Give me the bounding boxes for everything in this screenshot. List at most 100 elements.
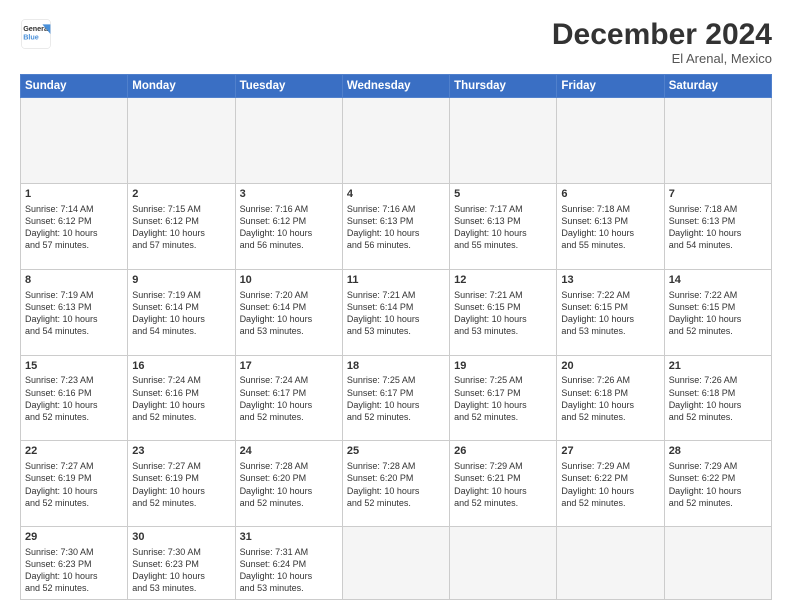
- daylight-line2: and 52 minutes.: [347, 498, 411, 508]
- day-number: 22: [25, 444, 123, 459]
- sunset: Sunset: 6:20 PM: [347, 473, 414, 483]
- daylight-line1: Daylight: 10 hours: [347, 228, 420, 238]
- daylight-line2: and 52 minutes.: [561, 498, 625, 508]
- day-number: 9: [132, 273, 230, 288]
- table-row: 15Sunrise: 7:23 AMSunset: 6:16 PMDayligh…: [21, 355, 128, 441]
- sunrise: Sunrise: 7:28 AM: [347, 461, 416, 471]
- sunset: Sunset: 6:15 PM: [561, 302, 628, 312]
- day-number: 30: [132, 530, 230, 545]
- col-tuesday: Tuesday: [235, 75, 342, 98]
- daylight-line2: and 52 minutes.: [669, 498, 733, 508]
- daylight-line2: and 57 minutes.: [25, 240, 89, 250]
- sunset: Sunset: 6:18 PM: [561, 388, 628, 398]
- day-number: 31: [240, 530, 338, 545]
- daylight-line1: Daylight: 10 hours: [25, 486, 98, 496]
- col-sunday: Sunday: [21, 75, 128, 98]
- table-row: 18Sunrise: 7:25 AMSunset: 6:17 PMDayligh…: [342, 355, 449, 441]
- table-row: [235, 98, 342, 184]
- header: General Blue December 2024 El Arenal, Me…: [20, 18, 772, 66]
- day-number: 29: [25, 530, 123, 545]
- day-number: 18: [347, 359, 445, 374]
- sunset: Sunset: 6:14 PM: [347, 302, 414, 312]
- sunset: Sunset: 6:24 PM: [240, 559, 307, 569]
- day-number: 11: [347, 273, 445, 288]
- sunrise: Sunrise: 7:22 AM: [669, 290, 738, 300]
- daylight-line1: Daylight: 10 hours: [240, 228, 313, 238]
- col-saturday: Saturday: [664, 75, 771, 98]
- sunrise: Sunrise: 7:29 AM: [561, 461, 630, 471]
- daylight-line1: Daylight: 10 hours: [25, 314, 98, 324]
- daylight-line2: and 52 minutes.: [25, 583, 89, 593]
- table-row: 27Sunrise: 7:29 AMSunset: 6:22 PMDayligh…: [557, 441, 664, 527]
- sunrise: Sunrise: 7:15 AM: [132, 204, 201, 214]
- day-number: 3: [240, 187, 338, 202]
- sunrise: Sunrise: 7:16 AM: [240, 204, 309, 214]
- daylight-line1: Daylight: 10 hours: [669, 314, 742, 324]
- sunset: Sunset: 6:12 PM: [25, 216, 92, 226]
- day-number: 25: [347, 444, 445, 459]
- calendar-table: Sunday Monday Tuesday Wednesday Thursday…: [20, 74, 772, 600]
- sunrise: Sunrise: 7:29 AM: [454, 461, 523, 471]
- sunrise: Sunrise: 7:27 AM: [132, 461, 201, 471]
- sunset: Sunset: 6:19 PM: [25, 473, 92, 483]
- daylight-line2: and 52 minutes.: [132, 498, 196, 508]
- sunset: Sunset: 6:16 PM: [132, 388, 199, 398]
- day-number: 15: [25, 359, 123, 374]
- day-number: 19: [454, 359, 552, 374]
- daylight-line1: Daylight: 10 hours: [132, 400, 205, 410]
- daylight-line1: Daylight: 10 hours: [25, 571, 98, 581]
- day-number: 1: [25, 187, 123, 202]
- daylight-line2: and 53 minutes.: [561, 326, 625, 336]
- sunset: Sunset: 6:13 PM: [669, 216, 736, 226]
- sunrise: Sunrise: 7:30 AM: [132, 547, 201, 557]
- table-row: 22 Sunrise: 7:27 AM Sunset: 6:19 PM Dayligh…: [21, 441, 128, 527]
- sunset: Sunset: 6:22 PM: [669, 473, 736, 483]
- sunrise: Sunrise: 7:23 AM: [25, 375, 94, 385]
- daylight-line2: and 52 minutes.: [25, 498, 89, 508]
- sunset: Sunset: 6:14 PM: [132, 302, 199, 312]
- daylight-line2: and 52 minutes.: [347, 412, 411, 422]
- day-number: 4: [347, 187, 445, 202]
- table-row: 31Sunrise: 7:31 AMSunset: 6:24 PMDayligh…: [235, 527, 342, 600]
- table-row: 6Sunrise: 7:18 AMSunset: 6:13 PMDaylight…: [557, 183, 664, 269]
- col-monday: Monday: [128, 75, 235, 98]
- col-thursday: Thursday: [450, 75, 557, 98]
- daylight-line1: Daylight: 10 hours: [132, 486, 205, 496]
- sunrise: Sunrise: 7:27 AM: [25, 461, 94, 471]
- calendar-row: 29Sunrise: 7:30 AMSunset: 6:23 PMDayligh…: [21, 527, 772, 600]
- calendar-row: 15Sunrise: 7:23 AM Sunset: 6:16 PM Dayligh…: [21, 355, 772, 441]
- sunset: Sunset: 6:17 PM: [240, 388, 307, 398]
- daylight-line2: and 52 minutes.: [561, 412, 625, 422]
- day-number: 8: [25, 273, 123, 288]
- daylight-line1: Daylight: 10 hours: [347, 400, 420, 410]
- table-row: 17Sunrise: 7:24 AMSunset: 6:17 PMDayligh…: [235, 355, 342, 441]
- daylight-line2: and 53 minutes.: [454, 326, 518, 336]
- sunset: Sunset: 6:18 PM: [669, 388, 736, 398]
- calendar-row: 8Sunrise: 7:19 AMSunset: 6:13 PMDaylight…: [21, 269, 772, 355]
- daylight-line1: Daylight: 10 hours: [347, 486, 420, 496]
- table-row: [557, 527, 664, 600]
- table-row: 8Sunrise: 7:19 AMSunset: 6:13 PMDaylight…: [21, 269, 128, 355]
- table-row: 5Sunrise: 7:17 AMSunset: 6:13 PMDaylight…: [450, 183, 557, 269]
- daylight-line1: Daylight: 10 hours: [561, 228, 634, 238]
- sunrise: Sunrise: 7:19 AM: [132, 290, 201, 300]
- sunrise: Sunrise: 7:29 AM: [669, 461, 738, 471]
- daylight-line1: Daylight: 10 hours: [669, 228, 742, 238]
- month-title: December 2024: [552, 18, 772, 51]
- page: General Blue December 2024 El Arenal, Me…: [0, 0, 792, 612]
- daylight-line2: and 52 minutes.: [454, 412, 518, 422]
- table-row: 14Sunrise: 7:22 AMSunset: 6:15 PMDayligh…: [664, 269, 771, 355]
- daylight-line1: Daylight: 10 hours: [132, 228, 205, 238]
- day-number: 20: [561, 359, 659, 374]
- daylight-line2: and 56 minutes.: [240, 240, 304, 250]
- table-row: 25 Sunrise: 7:28 AM Sunset: 6:20 PM Dayligh…: [342, 441, 449, 527]
- sunset: Sunset: 6:13 PM: [561, 216, 628, 226]
- day-number: 28: [669, 444, 767, 459]
- daylight-line1: Daylight: 10 hours: [240, 571, 313, 581]
- sunrise: Sunrise: 7:25 AM: [454, 375, 523, 385]
- table-row: 7Sunrise: 7:18 AMSunset: 6:13 PMDaylight…: [664, 183, 771, 269]
- header-row: Sunday Monday Tuesday Wednesday Thursday…: [21, 75, 772, 98]
- sunrise: Sunrise: 7:26 AM: [561, 375, 630, 385]
- table-row: 10Sunrise: 7:20 AMSunset: 6:14 PMDayligh…: [235, 269, 342, 355]
- daylight-line2: and 52 minutes.: [669, 326, 733, 336]
